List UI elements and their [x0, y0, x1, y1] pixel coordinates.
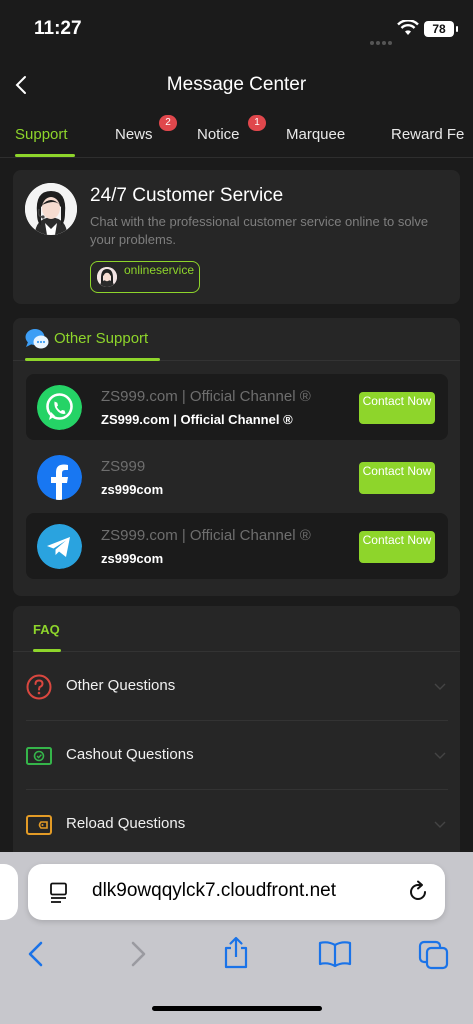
notice-badge: 1: [248, 115, 266, 131]
chevron-down-icon: [434, 683, 446, 690]
contact-name: ZS999.com | Official Channel ®: [101, 388, 311, 405]
agent-avatar: [25, 183, 77, 235]
previous-tab-preview[interactable]: [0, 864, 18, 920]
customer-service-card: 24/7 Customer Service Chat with the prof…: [13, 170, 460, 304]
contact-handle: zs999com: [101, 551, 164, 566]
contact-handle: zs999com: [101, 482, 164, 497]
contact-row-facebook: ZS999 zs999com Contact Now: [26, 444, 448, 510]
faq-question: Cashout Questions: [66, 746, 194, 763]
browser-back-icon[interactable]: [26, 940, 46, 968]
customer-service-title: 24/7 Customer Service: [90, 185, 284, 206]
tab-support[interactable]: Support: [15, 126, 68, 143]
browser-toolbar: dlk9owqqylck7.cloudfront.net: [0, 852, 473, 1024]
cellular-signal-icon: [370, 32, 394, 45]
browser-forward-icon[interactable]: [128, 940, 148, 968]
url-text: dlk9owqqylck7.cloudfront.net: [92, 880, 336, 901]
contact-handle: ZS999.com | Official Channel ®: [101, 412, 293, 427]
faq-item-cashout[interactable]: Cashout Questions: [26, 721, 448, 790]
home-indicator: [152, 1006, 322, 1011]
facebook-icon: [37, 455, 82, 500]
contact-name: ZS999.com | Official Channel ®: [101, 527, 311, 544]
tab-news[interactable]: News: [115, 126, 153, 143]
other-support-card: Other Support ZS999.com | Official Chann…: [13, 318, 460, 596]
message-tabs: Support News 2 Notice 1 Marquee Reward F…: [0, 112, 473, 158]
page-title: Message Center: [166, 74, 307, 95]
faq-question: Other Questions: [66, 677, 176, 694]
faq-header: FAQ: [13, 606, 460, 652]
other-support-underline: [25, 358, 160, 361]
chat-bubbles-icon: [25, 329, 49, 349]
contact-now-button[interactable]: Contact Now: [359, 392, 435, 424]
chevron-down-icon: [434, 752, 446, 759]
share-icon[interactable]: [222, 936, 250, 970]
contact-row-telegram: ZS999.com | Official Channel ® zs999com …: [26, 513, 448, 579]
contact-row-whatsapp: ZS999.com | Official Channel ® ZS999.com…: [26, 374, 448, 440]
bookmarks-icon[interactable]: [318, 940, 352, 968]
app-header: Message Center: [0, 60, 473, 112]
faq-item-other[interactable]: Other Questions: [26, 652, 448, 721]
chevron-down-icon: [434, 821, 446, 828]
faq-title: FAQ: [33, 622, 60, 637]
faq-card: FAQ Other Questions Cashout Questions Re…: [13, 606, 460, 866]
telegram-icon: [37, 524, 82, 569]
wallet-icon: [26, 815, 52, 835]
battery-indicator: 78: [424, 21, 458, 37]
customer-service-description: Chat with the professional customer serv…: [90, 214, 429, 247]
agent-mini-avatar: [97, 267, 117, 287]
tab-marquee[interactable]: Marquee: [286, 126, 345, 143]
reload-icon[interactable]: [406, 880, 430, 904]
tab-notice[interactable]: Notice: [197, 126, 240, 143]
online-service-button[interactable]: onlineservice: [90, 261, 200, 293]
tabs-icon[interactable]: [418, 940, 450, 970]
status-bar: 11:27 78: [0, 0, 473, 60]
contact-now-button[interactable]: Contact Now: [359, 531, 435, 563]
cashout-icon: [26, 747, 52, 765]
whatsapp-icon: [37, 385, 82, 430]
address-bar[interactable]: dlk9owqqylck7.cloudfront.net: [28, 864, 445, 920]
faq-question: Reload Questions: [66, 815, 186, 832]
contact-now-button[interactable]: Contact Now: [359, 462, 435, 494]
page-menu-icon[interactable]: [48, 882, 70, 904]
news-badge: 2: [159, 115, 177, 131]
active-tab-indicator: [15, 154, 75, 157]
contact-name: ZS999: [101, 458, 146, 475]
other-support-title: Other Support: [54, 330, 149, 347]
other-support-header: Other Support: [13, 318, 460, 361]
status-time: 11:27: [34, 18, 82, 39]
wifi-icon: [397, 20, 419, 35]
faq-item-reload[interactable]: Reload Questions: [26, 790, 448, 859]
question-icon: [26, 674, 52, 700]
tab-reward-feedback[interactable]: Reward Fe: [391, 126, 464, 143]
online-service-label: onlineservice: [123, 263, 195, 277]
